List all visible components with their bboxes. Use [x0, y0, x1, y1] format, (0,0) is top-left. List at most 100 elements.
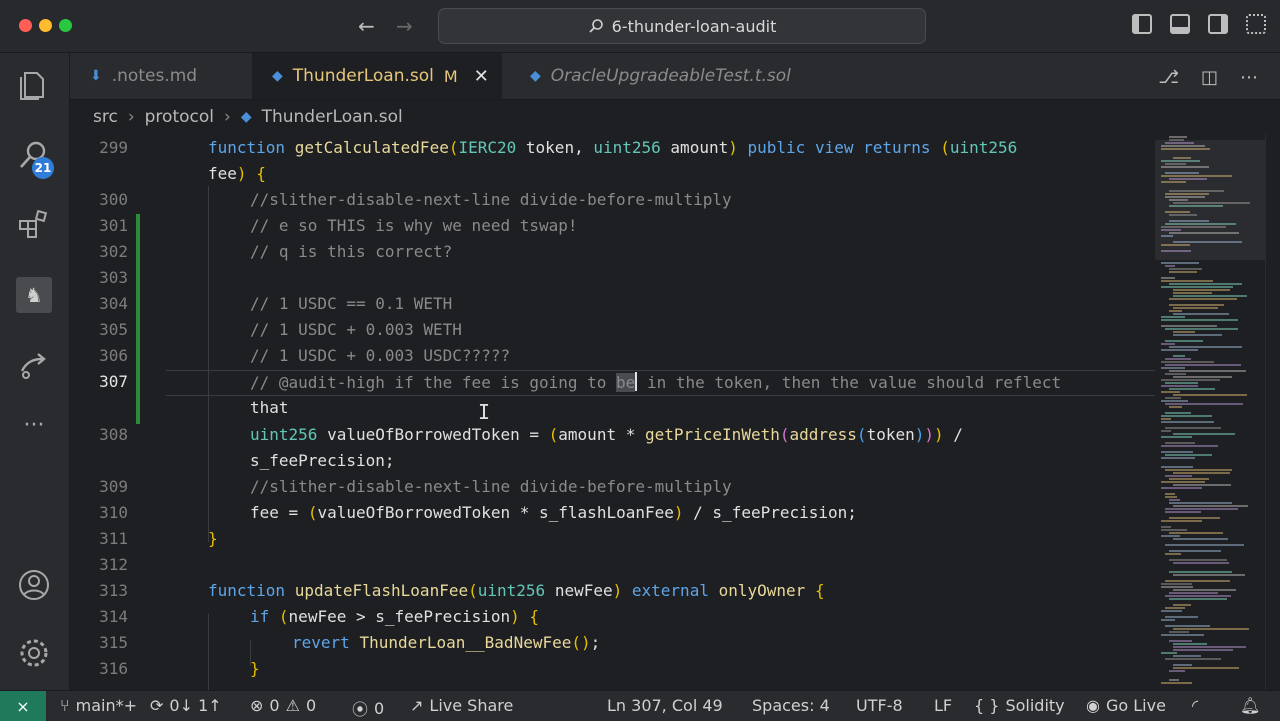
explorer-icon[interactable] — [16, 67, 52, 103]
search-icon — [588, 19, 603, 33]
line-number: 314 — [99, 607, 128, 626]
breadcrumb-item-file[interactable]: ThunderLoan.sol — [262, 107, 403, 127]
tab-label: OracleUpgradeableTest.t.sol — [550, 66, 791, 86]
more-actions-icon[interactable]: ⋯ — [1240, 67, 1258, 88]
encoding[interactable]: UTF-8 — [856, 696, 903, 715]
minimap-line — [1173, 313, 1229, 315]
minimap-line — [1161, 418, 1171, 420]
minimap-line — [1173, 628, 1249, 630]
editor-tabs: ⬇ .notes.md ◆ ThunderLoan.sol M ✕ ◆ Orac… — [70, 53, 1280, 100]
git-sync[interactable]: ⟳ 0↓ 1↑ — [150, 696, 222, 715]
breadcrumb: src › protocol › ◆ ThunderLoan.sol — [70, 100, 1280, 134]
ports[interactable]: ⦿ 0 — [352, 696, 384, 720]
spinner-icon: ◜ — [1192, 696, 1199, 715]
radio-tower-icon: ⦿ — [352, 700, 369, 719]
close-window-button[interactable] — [19, 19, 32, 32]
chess-knight-icon[interactable]: ♞ — [16, 277, 52, 313]
minimap-line — [1165, 265, 1175, 267]
indent-guide — [208, 186, 209, 542]
more-views-icon[interactable]: ··· — [16, 413, 52, 449]
minimap-line — [1161, 391, 1180, 393]
minimap-line — [1169, 310, 1182, 312]
minimap-line — [1169, 406, 1182, 408]
code-line: function updateFlashLoanFee(uint256 newF… — [208, 581, 825, 600]
maximize-window-button[interactable] — [59, 19, 72, 32]
minimap-viewport[interactable] — [1155, 140, 1265, 260]
customize-layout-icon[interactable] — [1246, 14, 1266, 34]
minimap-line — [1173, 295, 1247, 297]
command-center[interactable]: 6-thunder-loan-audit — [438, 8, 926, 44]
minimap-line — [1173, 355, 1185, 357]
git-branch-label: main*+ — [75, 696, 137, 715]
compare-changes-icon[interactable]: ⎇ — [1158, 67, 1179, 88]
tab-notes-md[interactable]: ⬇ .notes.md — [70, 53, 246, 99]
end-of-line[interactable]: LF — [934, 696, 952, 715]
modified-indicator: M — [443, 66, 458, 86]
minimap[interactable] — [1155, 134, 1265, 690]
tab-thunderloan-sol[interactable]: ◆ ThunderLoan.sol M ✕ — [252, 53, 502, 99]
settings-gear-icon[interactable] — [16, 635, 52, 671]
code-line: } — [250, 659, 260, 678]
minimap-line — [1161, 277, 1175, 279]
extensions-icon[interactable] — [16, 207, 52, 243]
split-editor-icon[interactable]: ◫ — [1201, 67, 1218, 88]
live-share-button[interactable]: ↗ Live Share — [410, 696, 513, 715]
close-tab-icon[interactable]: ✕ — [474, 66, 489, 87]
accounts-icon[interactable] — [16, 567, 52, 603]
live-share-label: Live Share — [429, 696, 514, 715]
minimap-line — [1161, 445, 1218, 447]
minimap-line — [1165, 544, 1244, 546]
minimap-line — [1169, 670, 1185, 672]
back-arrow-icon[interactable]: ← — [358, 14, 375, 38]
line-number: 304 — [99, 294, 128, 313]
live-share-icon: ↗ — [410, 696, 424, 715]
minimap-line — [1165, 553, 1181, 555]
minimap-line — [1161, 286, 1233, 288]
minimap-line — [1173, 643, 1207, 645]
forward-arrow-icon[interactable]: → — [396, 14, 413, 38]
cursor-position[interactable]: Ln 307, Col 49 — [607, 696, 723, 715]
language-mode[interactable]: { } Solidity — [974, 696, 1065, 715]
broadcast-icon: ◉ — [1086, 696, 1100, 715]
toggle-primary-sidebar-icon[interactable] — [1132, 14, 1152, 34]
minimap-line — [1165, 442, 1195, 444]
line-number: 306 — [99, 346, 128, 365]
git-branch[interactable]: ⑂ main*+ — [60, 696, 137, 715]
minimap-line — [1165, 373, 1186, 375]
breadcrumb-item-protocol[interactable]: protocol — [145, 107, 214, 127]
code-line: } — [208, 529, 218, 548]
minimap-line — [1173, 655, 1201, 657]
minimap-line — [1169, 571, 1232, 573]
toggle-secondary-sidebar-icon[interactable] — [1208, 14, 1228, 34]
minimap-line — [1165, 340, 1203, 342]
line-number: 299 — [99, 138, 128, 157]
code-editor[interactable]: 299 300 301 302 303 304 305 306 307 308 … — [70, 134, 1155, 690]
breadcrumb-item-src[interactable]: src — [93, 107, 118, 127]
git-branch-icon: ⑂ — [60, 696, 70, 715]
notifications-bell-icon[interactable]: 🔔︎ — [1240, 696, 1260, 715]
minimap-line — [1169, 550, 1221, 552]
minimap-line — [1165, 475, 1192, 477]
vertical-scrollbar[interactable] — [1265, 134, 1280, 690]
minimap-line — [1165, 580, 1230, 582]
code-line: fee) { — [208, 164, 266, 183]
minimap-line — [1161, 343, 1175, 345]
minimap-line — [1169, 502, 1232, 504]
remote-indicator-icon[interactable]: ⨯ — [0, 691, 46, 721]
indentation[interactable]: Spaces: 4 — [752, 696, 830, 715]
go-live-button[interactable]: ◉ Go Live — [1086, 696, 1166, 715]
minimize-window-button[interactable] — [39, 19, 52, 32]
minimap-line — [1165, 412, 1191, 414]
minimap-line — [1173, 562, 1229, 564]
live-share-icon[interactable] — [16, 347, 52, 383]
minimap-line — [1161, 610, 1182, 612]
line-number: 313 — [99, 581, 128, 600]
tab-oracle-upgradeable-test[interactable]: ◆ OracleUpgradeableTest.t.sol — [510, 53, 820, 99]
minimap-line — [1173, 331, 1195, 333]
markdown-file-icon: ⬇ — [90, 68, 102, 84]
toggle-panel-icon[interactable] — [1170, 14, 1190, 34]
error-icon: ⊗ — [250, 696, 264, 715]
problems[interactable]: ⊗ 0 ⚠ 0 — [250, 696, 316, 715]
ports-count: 0 — [374, 698, 385, 718]
minimap-line — [1173, 589, 1236, 591]
